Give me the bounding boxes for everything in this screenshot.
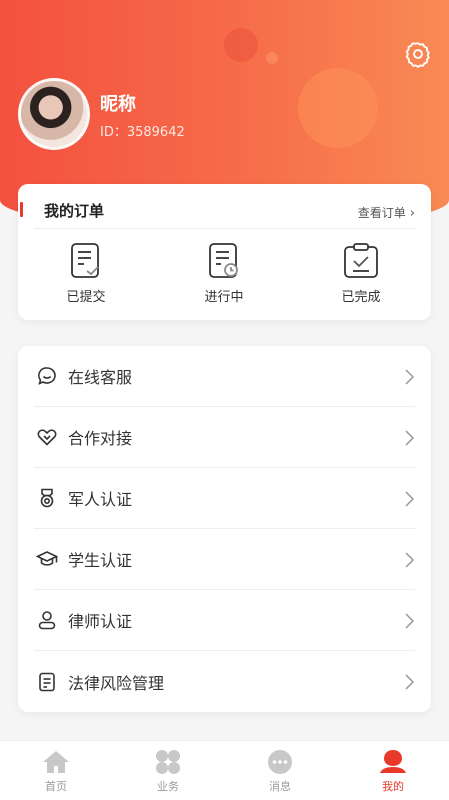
submitted-doc-icon (71, 243, 99, 278)
nickname: 昵称 (100, 94, 136, 115)
menu-item-label: 律师认证 (68, 612, 133, 631)
order-status-label: 已提交 (66, 290, 106, 305)
menu-item-student-cert[interactable]: 学生认证 (34, 529, 415, 590)
menu-item-label: 在线客服 (68, 368, 133, 387)
menu-item-legal-risk[interactable]: 法律风险管理 (34, 651, 415, 712)
order-status-label: 进行中 (204, 290, 244, 305)
home-icon (43, 751, 69, 773)
tab-label: 消息 (269, 780, 291, 793)
settings-gear-icon[interactable] (404, 40, 432, 68)
menu-item-online-service[interactable]: 在线客服 (34, 346, 415, 407)
avatar[interactable] (18, 78, 90, 150)
menu-item-label: 学生认证 (68, 551, 133, 570)
menu-item-military-cert[interactable]: 军人认证 (34, 468, 415, 529)
order-status-label: 已完成 (341, 290, 381, 305)
person-icon (38, 611, 56, 630)
chevron-right-icon (405, 552, 415, 568)
menu-item-label: 合作对接 (68, 429, 133, 448)
chevron-right-icon (405, 430, 415, 446)
service-menu-card: 在线客服 合作对接 军人认证 学生认证 律师认证 法律风险管理 (18, 346, 431, 712)
user-id: ID：3589642 (100, 125, 185, 140)
chevron-right-icon (405, 491, 415, 507)
menu-item-label: 法律风险管理 (68, 673, 165, 693)
chevron-right-icon (405, 369, 415, 385)
decor-bubble (266, 52, 278, 64)
graduation-cap-icon (36, 551, 58, 566)
menu-item-lawyer-cert[interactable]: 律师认证 (34, 590, 415, 651)
tab-label: 我的 (382, 780, 404, 793)
tab-messages[interactable]: 消息 (245, 749, 315, 794)
menu-item-label: 军人认证 (68, 490, 133, 509)
order-status-completed[interactable]: 已完成 (316, 242, 406, 305)
my-orders-card: 我的订单 查看订单 › 已提交 进行中 已完成 (18, 184, 431, 320)
completed-clipboard-icon (344, 243, 378, 278)
chevron-right-icon (405, 613, 415, 629)
view-orders-link[interactable]: 查看订单 › (358, 204, 415, 221)
menu-item-cooperation[interactable]: 合作对接 (34, 407, 415, 468)
title-accent-bar (20, 202, 23, 217)
bottom-tab-bar: 首页 业务 消息 我的 (0, 740, 449, 800)
document-icon (39, 672, 55, 691)
tab-label: 首页 (45, 780, 67, 793)
message-icon (268, 750, 292, 774)
tab-home[interactable]: 首页 (21, 749, 91, 794)
order-status-submitted[interactable]: 已提交 (41, 242, 131, 305)
chevron-right-icon (405, 674, 415, 690)
orders-title: 我的订单 (44, 202, 105, 220)
tab-label: 业务 (157, 780, 179, 793)
tab-mine[interactable]: 我的 (358, 749, 428, 794)
tab-business[interactable]: 业务 (133, 749, 203, 794)
divider (34, 228, 415, 229)
view-orders-label: 查看订单 (357, 206, 406, 220)
decor-bubble (298, 68, 378, 148)
business-grid-icon (156, 750, 180, 774)
profile-icon (380, 750, 406, 773)
order-status-in-progress[interactable]: 进行中 (179, 242, 269, 305)
medal-icon (40, 488, 54, 508)
chat-service-icon (38, 367, 56, 385)
in-progress-doc-icon (209, 243, 238, 278)
decor-bubble (224, 28, 258, 62)
handshake-heart-icon (37, 429, 57, 446)
chevron-right-icon: › (409, 206, 415, 221)
